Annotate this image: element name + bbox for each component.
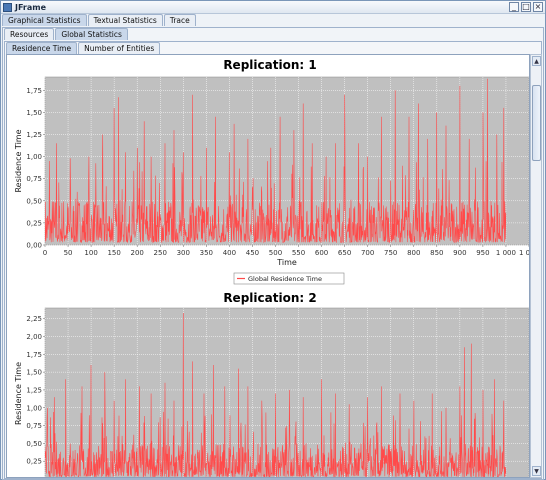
y-tick-label: 0,75	[26, 422, 42, 430]
charts-canvas: Replication: 1 0,00 0,25 0,50 0,75 1,00 1,25 1,…	[14, 58, 530, 477]
tab-graphical-statistics[interactable]: Graphical Statistics	[2, 14, 87, 26]
chart-replication-2: Replication: 2 0,25 0,50 0,75 1,00 1,25 1,50 1,…	[14, 291, 529, 477]
scrollbar-thumb[interactable]	[532, 85, 541, 161]
x-tick-label: 300	[177, 249, 190, 257]
y-tick-label: 0,50	[26, 197, 42, 205]
tab-trace[interactable]: Trace	[163, 14, 196, 26]
x-tick-label: 1 050	[519, 249, 530, 257]
x-tick-label: 750	[384, 249, 397, 257]
y-tick-label: 2,00	[26, 333, 42, 341]
y-tick-label: 0,75	[26, 175, 42, 183]
inner-tab-bar: Residence Time Number of Entities	[6, 42, 161, 54]
x-tick-label: 650	[338, 249, 351, 257]
y-axis-label: Residence Time	[14, 362, 23, 425]
vertical-scrollbar[interactable]: ▲ ▼	[530, 54, 542, 478]
y-tick-label: 1,75	[26, 351, 42, 359]
scroll-down-arrow-icon[interactable]: ▼	[532, 466, 541, 476]
y-tick-label: 2,25	[26, 315, 42, 323]
charts-scroll-area[interactable]: Replication: 1 0,00 0,25 0,50 0,75 1,00 1,25 1,…	[6, 54, 530, 478]
title-bar[interactable]: JFrame _ □ ×	[1, 1, 545, 14]
chart-title: Replication: 2	[223, 291, 316, 305]
x-tick-label: 150	[107, 249, 120, 257]
x-tick-label: 950	[476, 249, 489, 257]
tab-residence-time[interactable]: Residence Time	[6, 42, 78, 54]
x-tick-label: 600	[315, 249, 328, 257]
y-axis-label: Residence Time	[14, 129, 23, 192]
main-tab-bar: Graphical Statistics Textual Statistics …	[2, 14, 196, 26]
maximize-button[interactable]: □	[521, 2, 531, 12]
x-tick-label: 700	[361, 249, 374, 257]
window-title: JFrame	[15, 3, 47, 12]
x-tick-label: 800	[407, 249, 420, 257]
x-tick-label: 850	[430, 249, 443, 257]
x-tick-label: 250	[154, 249, 167, 257]
y-tick-label: 1,50	[26, 369, 42, 377]
scroll-up-arrow-icon[interactable]: ▲	[532, 56, 541, 66]
y-tick-label: 1,75	[26, 87, 42, 95]
x-tick-label: 550	[292, 249, 305, 257]
chart-title: Replication: 1	[223, 58, 316, 72]
y-tick-label: 0,25	[26, 219, 42, 227]
tab-resources[interactable]: Resources	[4, 28, 55, 40]
x-tick-label: 0	[43, 249, 47, 257]
sub-tab-bar: Resources Global Statistics	[4, 28, 128, 40]
y-tick-label: 1,00	[26, 404, 42, 412]
x-tick-label: 900	[453, 249, 466, 257]
x-tick-label: 200	[131, 249, 144, 257]
x-tick-label: 50	[64, 249, 73, 257]
x-tick-label: 450	[246, 249, 259, 257]
tab-global-statistics[interactable]: Global Statistics	[55, 28, 128, 40]
y-tick-label: 0,00	[26, 242, 42, 250]
main-window: JFrame _ □ × Graphical Statistics Textua…	[0, 0, 546, 480]
chart-replication-1: Replication: 1 0,00 0,25 0,50 0,75 1,00 1,25 1,…	[14, 58, 530, 285]
x-tick-label: 350	[200, 249, 213, 257]
y-tick-label: 1,50	[26, 109, 42, 117]
minimize-button[interactable]: _	[509, 2, 519, 12]
x-tick-label: 500	[269, 249, 282, 257]
java-app-icon	[3, 3, 12, 12]
y-tick-label: 0,50	[26, 440, 42, 448]
x-tick-label: 400	[223, 249, 236, 257]
close-button[interactable]: ×	[533, 2, 543, 12]
x-tick-label: 100	[84, 249, 97, 257]
tab-number-of-entities[interactable]: Number of Entities	[78, 42, 161, 54]
y-tick-label: 1,25	[26, 386, 42, 394]
x-axis-label: Time	[276, 258, 297, 267]
y-tick-label: 1,25	[26, 131, 42, 139]
y-tick-label: 1,00	[26, 153, 42, 161]
x-tick-label: 1 000	[496, 249, 516, 257]
y-tick-label: 0,25	[26, 458, 42, 466]
legend-label: Global Residence Time	[248, 275, 322, 283]
tab-textual-statistics[interactable]: Textual Statistics	[87, 14, 163, 26]
